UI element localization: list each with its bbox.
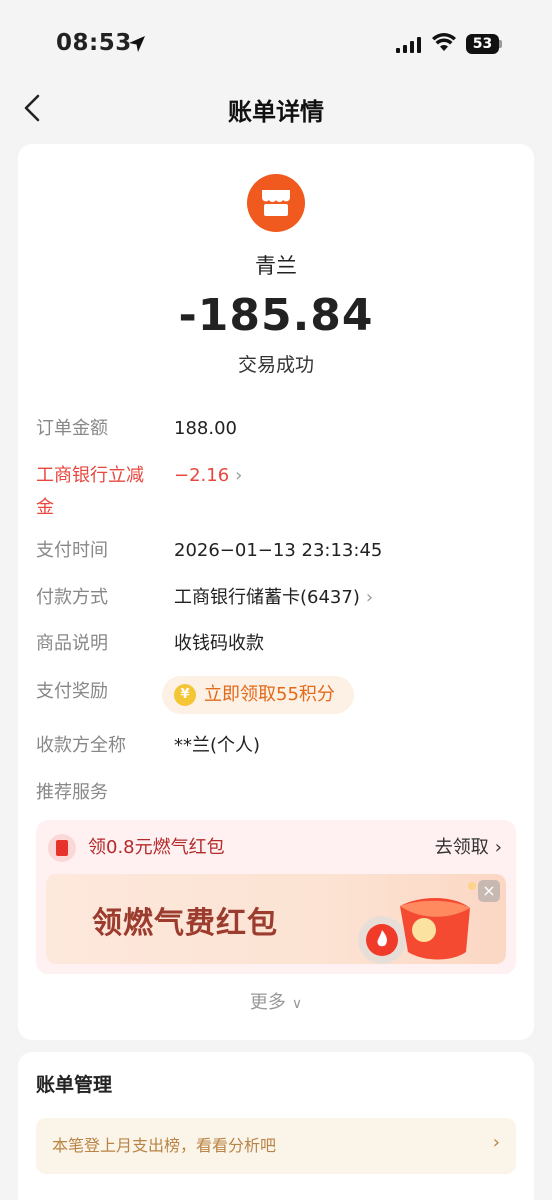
chevron-right-icon: › (235, 465, 243, 486)
bill-management-card: 账单管理 本笔登上月支出榜，看看分析吧 › (18, 1052, 534, 1200)
reward-label: 支付奖励 (36, 681, 108, 702)
discount-label: 工商银行立减 金 (36, 465, 144, 518)
pay-time-value: 2026−01−13 23:13:45 (174, 540, 383, 561)
wifi-icon (432, 33, 456, 51)
gas-coupon-promo[interactable]: 领0.8元燃气红包 去领取 › 领燃气费红包 × (36, 820, 516, 974)
gas-flame-envelope-icon (358, 882, 476, 964)
more-toggle[interactable]: 更多 ∨ (18, 988, 534, 1014)
payee-value: **兰(个人) (174, 735, 261, 756)
pay-time-label: 支付时间 (36, 540, 108, 561)
page-title: 账单详情 (228, 98, 324, 126)
close-icon[interactable]: × (478, 880, 500, 902)
signal-icon (396, 37, 421, 53)
goods-value: 收钱码收款 (174, 633, 264, 654)
pay-method-label: 付款方式 (36, 587, 108, 608)
transaction-status: 交易成功 (237, 354, 314, 376)
chevron-right-icon: › (494, 837, 502, 858)
payee-label: 收款方全称 (36, 735, 126, 756)
promo-banner[interactable]: 领燃气费红包 × (46, 874, 506, 964)
transaction-amount: -185.84 (178, 290, 374, 341)
bill-detail-card: 青兰 -185.84 交易成功 订单金额 188.00 工商银行立减 金 −2.… (18, 144, 534, 1040)
location-arrow-icon (129, 36, 145, 52)
promo-title: 领0.8元燃气红包 (88, 837, 225, 858)
status-bar: 08:53 53 (0, 0, 552, 90)
coin-icon: ¥ (174, 684, 196, 706)
order-amount-label: 订单金额 (36, 418, 108, 439)
chevron-right-icon: › (365, 587, 374, 608)
chevron-down-icon: ∨ (291, 996, 303, 1012)
banner-text: 领燃气费红包 (92, 906, 278, 941)
battery-icon: 53 (466, 34, 502, 54)
red-envelope-icon (48, 834, 76, 862)
order-amount-value: 188.00 (174, 418, 237, 439)
spending-analysis-link[interactable]: 本笔登上月支出榜，看看分析吧 › (36, 1118, 516, 1174)
recommend-label: 推荐服务 (36, 782, 108, 803)
merchant-name: 青兰 (255, 254, 297, 278)
chevron-right-icon: › (492, 1132, 500, 1153)
goods-label: 商品说明 (36, 633, 108, 654)
store-icon (247, 174, 305, 232)
bill-management-title: 账单管理 (36, 1074, 113, 1096)
discount-value[interactable]: −2.16 › (174, 462, 242, 490)
battery-level: 53 (466, 34, 499, 54)
claim-points-button[interactable]: ¥ 立即领取55积分 (162, 676, 354, 714)
status-time: 08:53 (56, 30, 132, 56)
promo-claim-link[interactable]: 去领取 › (435, 834, 502, 862)
nav-bar: 账单详情 (0, 80, 552, 136)
pay-method-value[interactable]: 工商银行储蓄卡(6437) › (174, 584, 373, 612)
